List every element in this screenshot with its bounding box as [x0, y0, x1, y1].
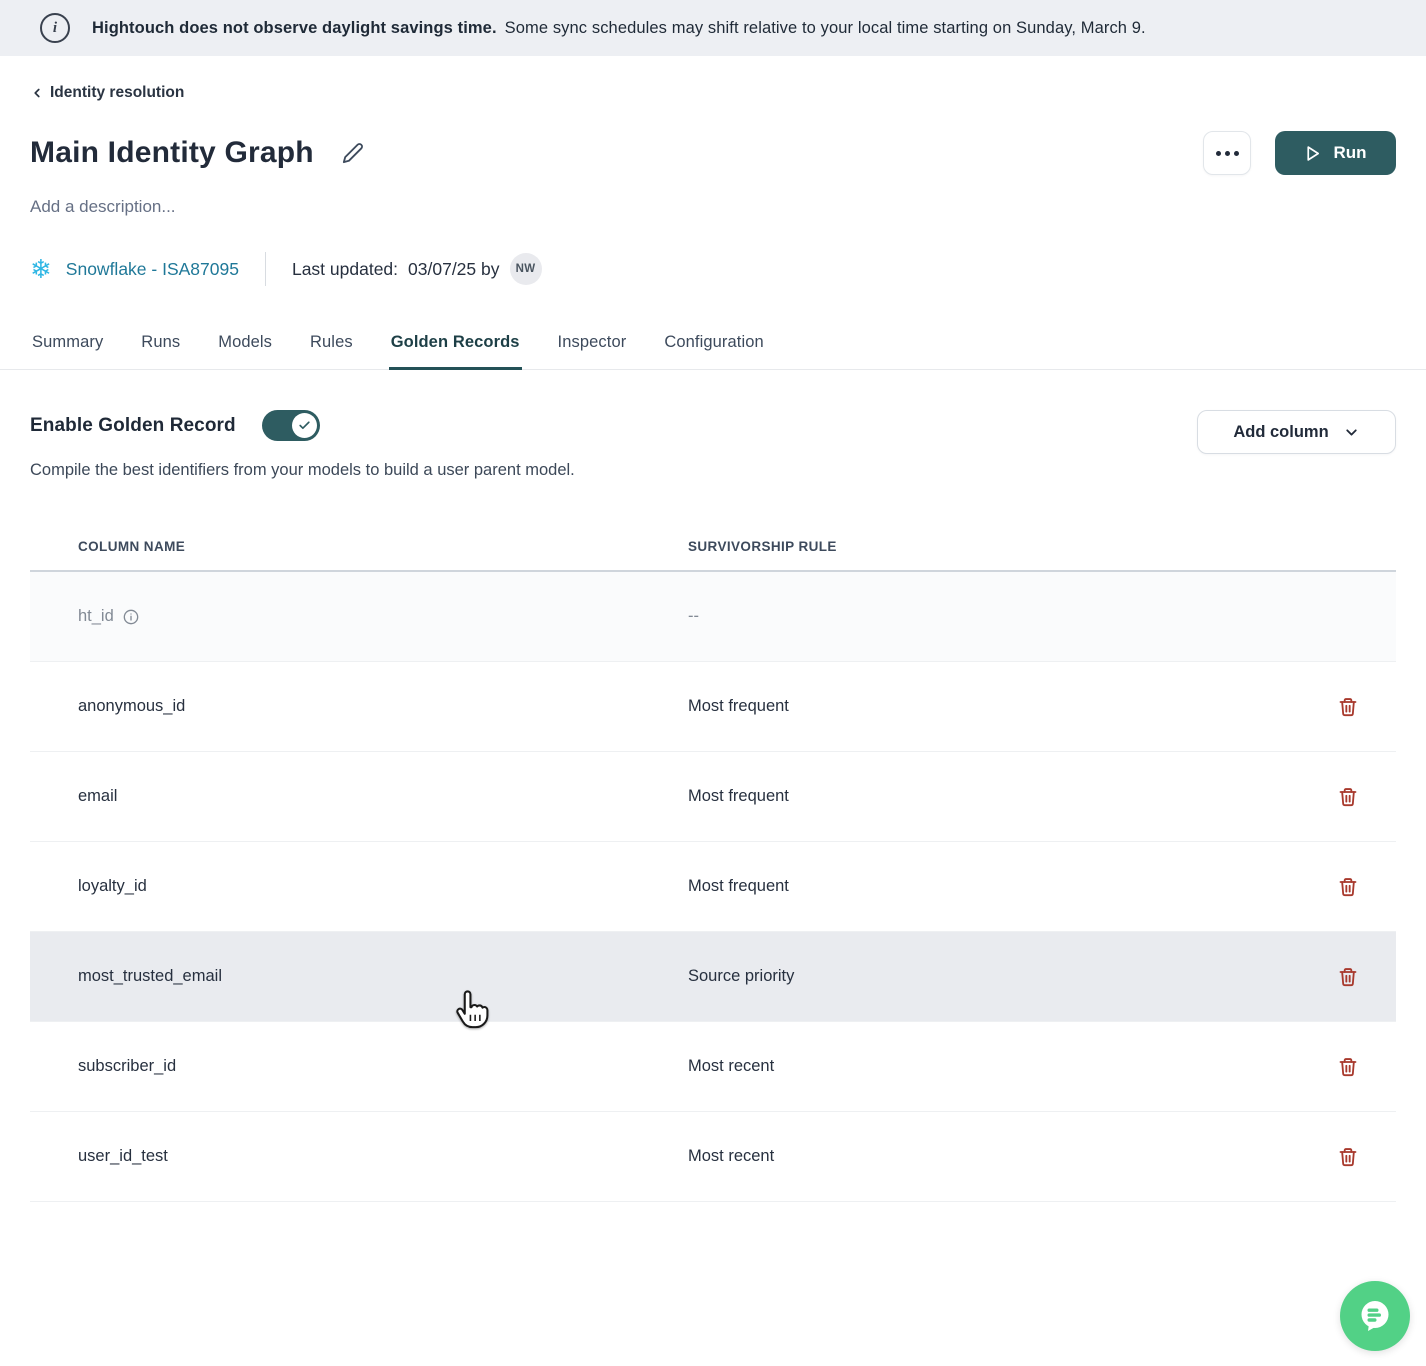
column-name-cell: subscriber_id	[78, 1057, 176, 1076]
survivorship-rule-cell: Most frequent	[688, 787, 1336, 806]
tab-inspector[interactable]: Inspector	[556, 333, 629, 370]
column-name-cell: user_id_test	[78, 1147, 168, 1166]
survivorship-rule-cell: --	[688, 607, 1336, 626]
tab-rules[interactable]: Rules	[308, 333, 355, 370]
delete-row-button[interactable]	[1336, 875, 1360, 899]
golden-record-description: Compile the best identifiers from your m…	[30, 461, 575, 480]
column-name-cell: loyalty_id	[78, 877, 147, 896]
meta-row: ❄ Snowflake - ISA87095 Last updated: 03/…	[30, 251, 1396, 287]
table-header-row: COLUMN NAME SURVIVORSHIP RULE	[30, 522, 1396, 572]
tab-configuration[interactable]: Configuration	[662, 333, 765, 370]
tab-golden-records[interactable]: Golden Records	[389, 333, 522, 370]
dst-notice-banner: i Hightouch does not observe daylight sa…	[0, 0, 1426, 56]
banner-text: Hightouch does not observe daylight savi…	[92, 19, 1146, 38]
tab-models[interactable]: Models	[216, 333, 274, 370]
trash-icon	[1338, 1057, 1358, 1077]
description-placeholder[interactable]: Add a description...	[30, 197, 1396, 217]
ellipsis-icon	[1216, 151, 1221, 156]
pencil-icon	[342, 142, 364, 164]
survivorship-rule-cell: Most frequent	[688, 877, 1336, 896]
breadcrumb-label: Identity resolution	[50, 84, 184, 102]
page-title: Main Identity Graph	[30, 136, 314, 170]
trash-icon	[1338, 967, 1358, 987]
column-name-cell: anonymous_id	[78, 697, 185, 716]
delete-row-button[interactable]	[1336, 695, 1360, 719]
trash-icon	[1338, 1147, 1358, 1167]
table-row-email[interactable]: email Most frequent	[30, 752, 1396, 842]
source-link-snowflake[interactable]: ❄ Snowflake - ISA87095	[30, 256, 239, 282]
banner-text-rest: Some sync schedules may shift relative t…	[505, 19, 1146, 37]
tab-runs[interactable]: Runs	[139, 333, 182, 370]
chat-widget-button[interactable]	[1340, 1281, 1410, 1351]
table-row-user_id_test[interactable]: user_id_test Most recent	[30, 1112, 1396, 1202]
table-row-anonymous_id[interactable]: anonymous_id Most frequent	[30, 662, 1396, 752]
last-updated: Last updated: 03/07/25 by NW	[292, 253, 542, 285]
banner-text-bold: Hightouch does not observe daylight savi…	[92, 19, 497, 37]
delete-row-button[interactable]	[1336, 1055, 1360, 1079]
enable-golden-record-title: Enable Golden Record	[30, 415, 236, 437]
delete-row-button[interactable]	[1336, 785, 1360, 809]
column-name-cell: email	[78, 787, 117, 806]
trash-icon	[1338, 697, 1358, 717]
add-column-label: Add column	[1233, 423, 1328, 442]
info-icon[interactable]	[123, 609, 139, 625]
avatar[interactable]: NW	[510, 253, 542, 285]
divider	[265, 252, 266, 286]
title-row: Main Identity Graph Run	[30, 131, 1396, 175]
source-label: Snowflake - ISA87095	[66, 259, 239, 280]
table-body: ht_id -- anonymous_id Most frequent emai…	[30, 572, 1396, 1202]
play-icon	[1304, 145, 1321, 162]
add-column-button[interactable]: Add column	[1197, 410, 1396, 454]
tabs: Summary Runs Models Rules Golden Records Insp…	[0, 333, 1426, 370]
chevron-down-icon	[1343, 424, 1360, 441]
chevron-left-icon	[30, 86, 44, 100]
survivorship-rule-cell: Most recent	[688, 1057, 1336, 1076]
snowflake-icon: ❄	[30, 256, 52, 282]
more-options-button[interactable]	[1203, 131, 1251, 175]
table-row-subscriber_id[interactable]: subscriber_id Most recent	[30, 1022, 1396, 1112]
info-icon: i	[40, 13, 70, 43]
column-name-cell: most_trusted_email	[78, 967, 222, 986]
enable-golden-record-toggle[interactable]	[262, 410, 320, 441]
edit-title-button[interactable]	[340, 140, 366, 166]
column-header-rule: SURVIVORSHIP RULE	[688, 539, 1336, 554]
run-button-label: Run	[1333, 143, 1366, 163]
run-button[interactable]: Run	[1275, 131, 1396, 175]
table-row-loyalty_id[interactable]: loyalty_id Most frequent	[30, 842, 1396, 932]
golden-record-header: Enable Golden Record Compile the best id…	[30, 410, 1396, 480]
check-icon	[298, 419, 311, 432]
delete-row-button[interactable]	[1336, 965, 1360, 989]
survivorship-rule-cell: Source priority	[688, 967, 1336, 986]
chat-bubble-icon	[1356, 1297, 1394, 1335]
last-updated-value: 03/07/25 by	[408, 259, 499, 280]
column-name-cell: ht_id	[78, 607, 114, 626]
survivorship-rule-cell: Most frequent	[688, 697, 1336, 716]
table-row-most_trusted_email[interactable]: most_trusted_email Source priority	[30, 932, 1396, 1022]
trash-icon	[1338, 787, 1358, 807]
golden-record-table: COLUMN NAME SURVIVORSHIP RULE ht_id -- a…	[30, 522, 1396, 1202]
table-row-ht_id[interactable]: ht_id --	[30, 572, 1396, 662]
column-header-name: COLUMN NAME	[78, 539, 688, 554]
delete-row-button[interactable]	[1336, 1145, 1360, 1169]
breadcrumb-identity-resolution[interactable]: Identity resolution	[30, 84, 184, 102]
tab-summary[interactable]: Summary	[30, 333, 105, 370]
last-updated-label: Last updated:	[292, 259, 398, 280]
trash-icon	[1338, 877, 1358, 897]
toggle-knob	[292, 413, 317, 438]
survivorship-rule-cell: Most recent	[688, 1147, 1336, 1166]
